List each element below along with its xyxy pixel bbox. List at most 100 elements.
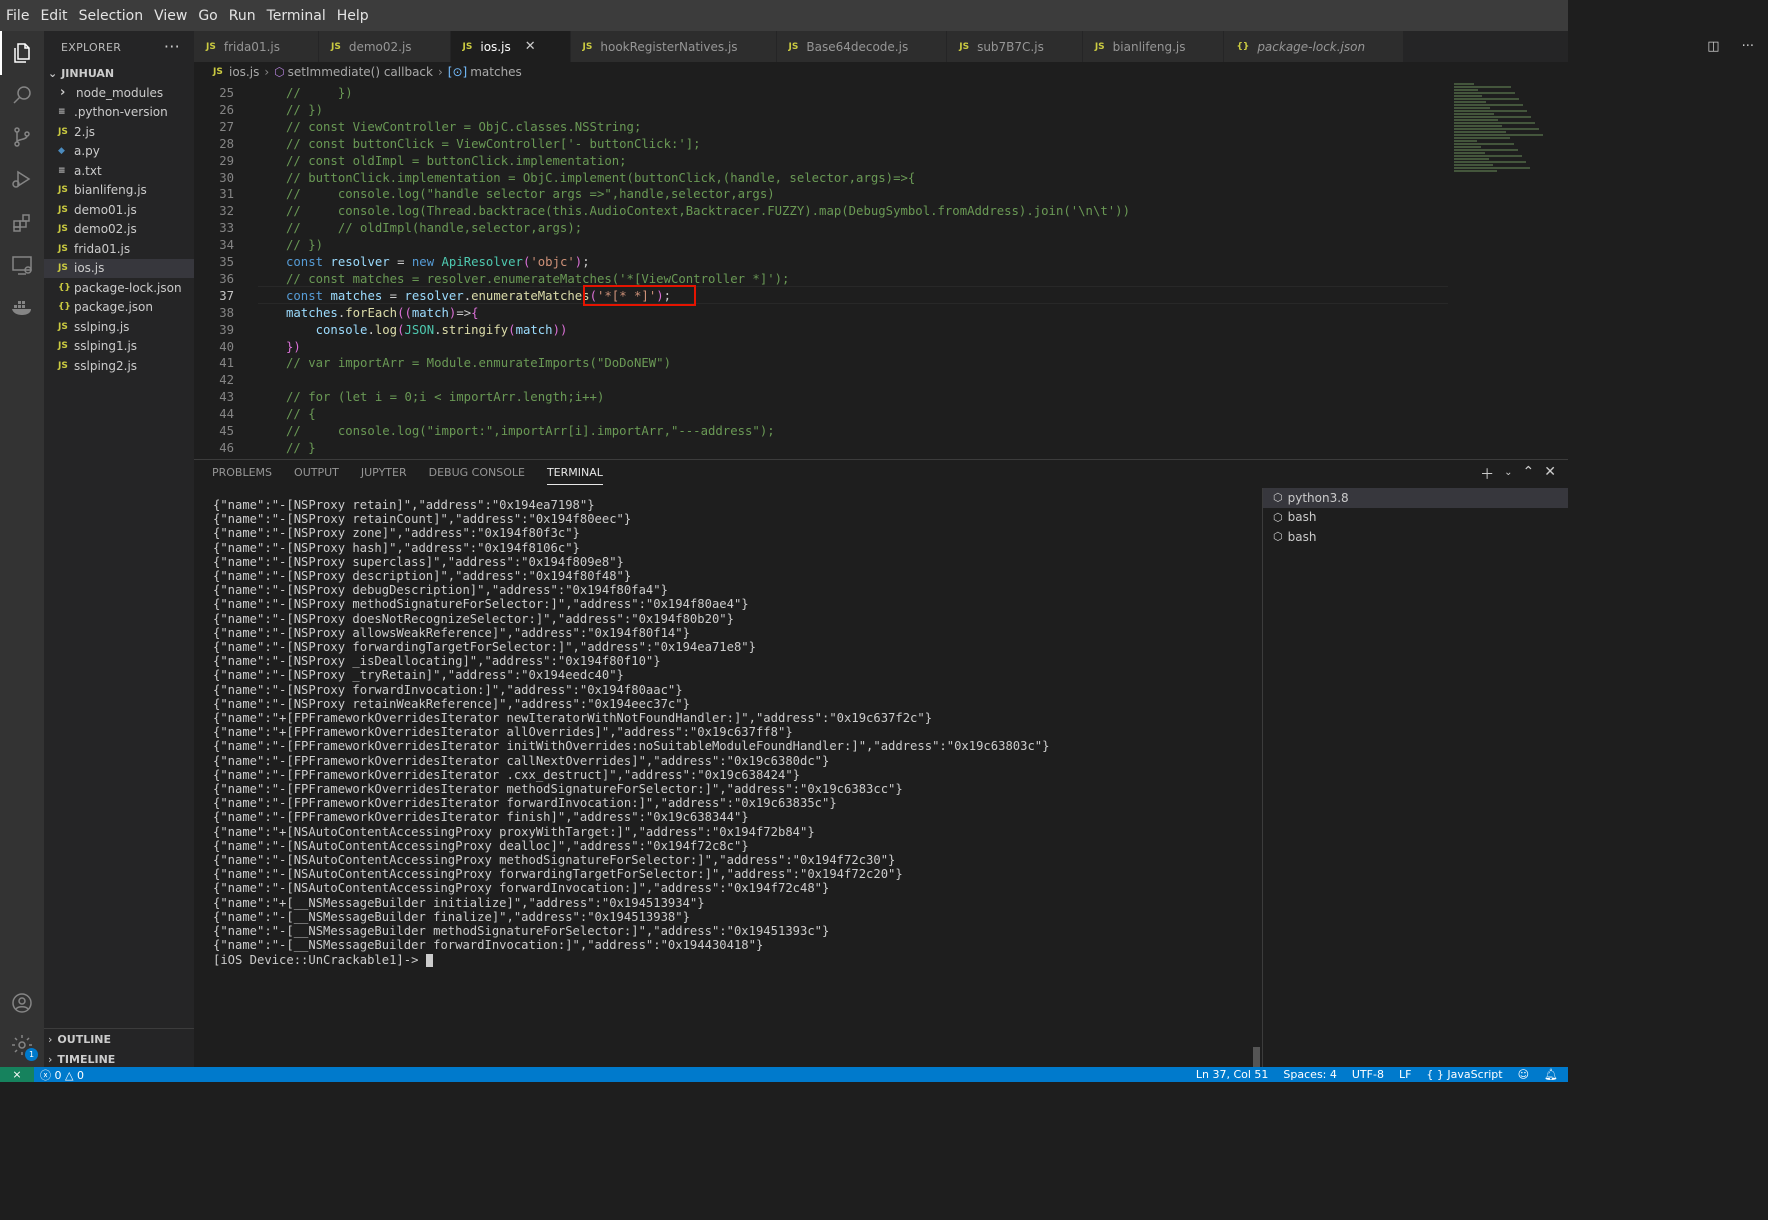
tree-item[interactable]: {} package-lock.json [44, 278, 194, 298]
code-line[interactable]: 40}) [194, 339, 1444, 356]
code-line[interactable]: 38 matches.forEach((match)=>{ [194, 305, 1444, 322]
code-line[interactable]: 43 // for (let i = 0;i < importArr.length… [194, 389, 1444, 406]
terminal-output[interactable]: {"name":"-[NSProxy retain]","address":"0… [213, 498, 1253, 967]
code-line[interactable]: 44 // { [194, 406, 1444, 423]
code-line[interactable]: 29 // const oldImpl = buttonClick.impleme… [194, 153, 1444, 170]
code-line[interactable]: 34 // }) [194, 237, 1444, 254]
minimap[interactable] [1454, 82, 1554, 192]
bell-icon[interactable]: 🔔︎ [1544, 1068, 1558, 1081]
minimap-line [1454, 104, 1523, 106]
tree-item[interactable]: JS 2.js [44, 122, 194, 142]
outline-section[interactable]: › OUTLINE [44, 1029, 194, 1049]
code-line[interactable]: 41 // var importArr = Module.enmurateImpo… [194, 355, 1444, 372]
explorer-icon[interactable] [0, 31, 44, 75]
new-terminal-icon[interactable]: ＋ [1480, 464, 1494, 484]
menu-run[interactable]: Run [229, 8, 263, 24]
code-line[interactable]: 28 // const buttonClick = ViewController[… [194, 136, 1444, 153]
account-icon[interactable] [0, 981, 44, 1025]
tab-problems[interactable]: PROBLEMS [212, 466, 272, 485]
code-line[interactable]: 36 // const matches = resolver.enumerateM… [194, 271, 1444, 288]
menu-edit[interactable]: Edit [40, 8, 74, 24]
tab-terminal[interactable]: TERMINAL [546, 466, 603, 485]
code-line[interactable]: 39 console.log(JSON.stringify(match)) [194, 322, 1444, 339]
breadcrumb-function[interactable]: setImmediate() callback [288, 65, 433, 79]
feedback-icon[interactable]: ☺ [1518, 1068, 1529, 1081]
code-line[interactable]: 30 // buttonClick.implementation = ObjC.i… [194, 170, 1444, 187]
tab-package-lock-json[interactable]: {} package-lock.json [1224, 31, 1405, 62]
tree-item[interactable]: JS sslping.js [44, 317, 194, 337]
breadcrumb-file[interactable]: ios.js [229, 65, 259, 79]
chevron-down-icon[interactable]: ⌄ [1504, 467, 1512, 484]
menu-go[interactable]: Go [198, 8, 224, 24]
code-line[interactable]: 32 // console.log(Thread.backtrace(this.A… [194, 203, 1444, 220]
tree-item[interactable]: › node_modules [44, 83, 194, 103]
tree-item[interactable]: JS demo02.js [44, 220, 194, 240]
cursor-position[interactable]: Ln 37, Col 51 [1196, 1068, 1269, 1081]
tree-item[interactable]: ◆ a.py [44, 142, 194, 162]
code-line[interactable]: 27 // const ViewController = ObjC.classes… [194, 119, 1444, 136]
close-panel-icon[interactable]: ✕ [1544, 464, 1556, 484]
more-actions-icon[interactable]: ··· [1742, 39, 1754, 54]
tree-item[interactable]: JS ios.js [44, 258, 194, 278]
code-line[interactable]: 25 // }) [194, 85, 1444, 102]
indentation[interactable]: Spaces: 4 [1283, 1068, 1336, 1081]
menu-view[interactable]: View [154, 8, 194, 24]
tab-hookregisternatives-js[interactable]: JS hookRegisterNatives.js [570, 31, 777, 62]
code-line[interactable]: 37 const matches = resolver.enumerateMatc… [194, 288, 1444, 305]
menu-help[interactable]: Help [337, 8, 376, 24]
problems-status[interactable]: ⓧ 0 △ 0 [40, 1067, 84, 1083]
tree-item[interactable]: ≡ .python-version [44, 103, 194, 123]
code-editor[interactable]: 25 // }) 26 // }) 27 // const ViewController … [194, 82, 1568, 459]
terminal-instance[interactable]: ⬡ python3.8 [1263, 488, 1568, 508]
breadcrumb-variable[interactable]: matches [470, 65, 522, 79]
remote-indicator-icon[interactable]: ⨯ [0, 1067, 34, 1082]
terminal-scrollbar[interactable] [1253, 1047, 1260, 1067]
end-of-line[interactable]: LF [1399, 1068, 1411, 1081]
workspace-root-label: JINHUAN [61, 66, 115, 80]
code-line[interactable]: 31 // console.log("handle selector args =… [194, 186, 1444, 203]
tree-item[interactable]: {} package.json [44, 298, 194, 318]
tab-ios-js[interactable]: JS ios.js ✕ [450, 31, 571, 62]
tab-demo02-js[interactable]: JS demo02.js [318, 31, 451, 62]
explorer-more-icon[interactable]: ··· [164, 37, 180, 56]
menu-selection[interactable]: Selection [79, 8, 151, 24]
manage-gear-icon[interactable]: 1 [0, 1023, 44, 1067]
run-debug-icon[interactable] [0, 157, 44, 201]
maximize-panel-icon[interactable]: ⌃ [1523, 464, 1535, 484]
code-line[interactable]: 26 // }) [194, 102, 1444, 119]
tab-base64decode-js[interactable]: JS Base64decode.js [776, 31, 948, 62]
terminal-instance[interactable]: ⬡ bash [1263, 527, 1568, 547]
tree-item[interactable]: JS bianlifeng.js [44, 181, 194, 201]
remote-explorer-icon[interactable] [0, 243, 44, 287]
terminal-instance[interactable]: ⬡ bash [1263, 508, 1568, 528]
terminal-line: {"name":"-[NSAutoContentAccessingProxy d… [213, 838, 749, 853]
language-mode[interactable]: { } JavaScript [1426, 1068, 1502, 1081]
code-line[interactable]: 42 [194, 372, 1444, 389]
tree-item[interactable]: JS sslping1.js [44, 337, 194, 357]
tree-item[interactable]: ≡ a.txt [44, 161, 194, 181]
tab-frida01-js[interactable]: JS frida01.js [194, 31, 319, 62]
tree-item[interactable]: JS demo01.js [44, 200, 194, 220]
tab-sub7b7c-js[interactable]: JS sub7B7C.js [947, 31, 1083, 62]
code-line[interactable]: 35 const resolver = new ApiResolver('objc… [194, 254, 1444, 271]
split-editor-icon[interactable]: ◫ [1707, 39, 1719, 54]
tab-debug-console[interactable]: DEBUG CONSOLE [429, 466, 525, 485]
encoding[interactable]: UTF-8 [1352, 1068, 1384, 1081]
code-line[interactable]: 46 // } [194, 440, 1444, 457]
close-icon[interactable]: ✕ [525, 39, 536, 54]
search-icon[interactable] [0, 73, 44, 117]
tree-item[interactable]: JS frida01.js [44, 239, 194, 259]
extensions-icon[interactable] [0, 201, 44, 245]
code-line[interactable]: 33 // // oldImpl(handle,selector,args); [194, 220, 1444, 237]
tab-output[interactable]: OUTPUT [294, 466, 339, 485]
code-line[interactable]: 45 // console.log("import:",importArr[i].… [194, 423, 1444, 440]
workspace-root[interactable]: ⌄ JINHUAN [44, 63, 194, 83]
docker-icon[interactable] [0, 285, 44, 329]
tab-bianlifeng-js[interactable]: JS bianlifeng.js [1082, 31, 1225, 62]
menu-file[interactable]: File [6, 8, 36, 24]
tree-item[interactable]: JS sslping2.js [44, 356, 194, 376]
terminal-prompt[interactable]: [iOS Device::UnCrackable1]-> [213, 953, 1253, 967]
tab-jupyter[interactable]: JUPYTER [361, 466, 407, 485]
menu-terminal[interactable]: Terminal [267, 8, 333, 24]
source-control-icon[interactable] [0, 115, 44, 159]
